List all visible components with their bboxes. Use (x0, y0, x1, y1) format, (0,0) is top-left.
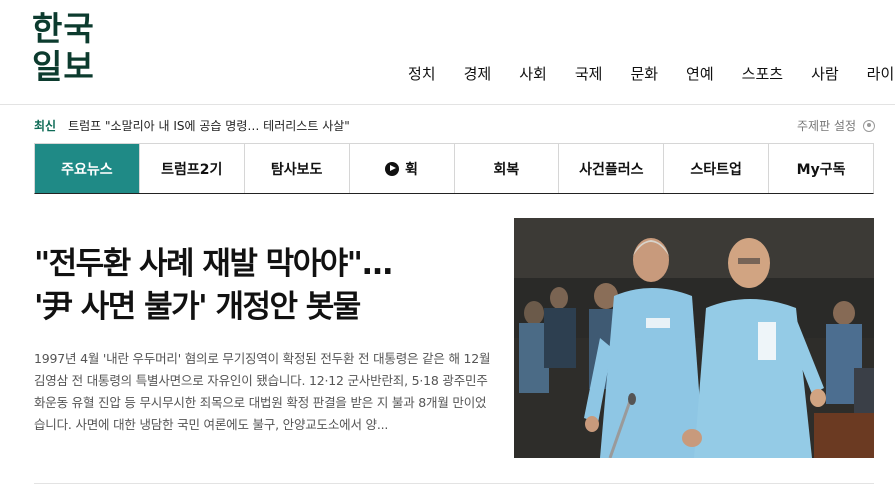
site-logo[interactable]: 한국 일보 (32, 10, 102, 86)
gear-icon (863, 119, 875, 132)
main-nav: 정치 경제 사회 국제 문화 연예 스포츠 사람 라이 (408, 63, 895, 84)
tab-label: 회복 (493, 161, 520, 178)
nav-item-entertainment[interactable]: 연예 (686, 63, 714, 84)
lead-article-headline[interactable]: "전두환 사례 재발 막아야"... '尹 사면 불가' 개정안 봇물 (34, 243, 504, 329)
nav-item-society[interactable]: 사회 (519, 63, 547, 84)
latest-news-ticker: 최신 트럼프 "소말리아 내 IS에 공습 명령… 테러리스트 사살" (34, 117, 350, 134)
nav-item-politics[interactable]: 정치 (408, 63, 436, 84)
edition-settings[interactable]: 주제판 설정 (797, 117, 875, 134)
tab-label: 탐사보도 (270, 161, 323, 178)
tab-label: My구독 (796, 161, 846, 178)
header-divider (0, 104, 895, 105)
nav-item-international[interactable]: 국제 (575, 63, 603, 84)
tab-trump-term-2[interactable]: 트럼프2기 (140, 144, 245, 193)
tab-label: 스타트업 (690, 161, 742, 178)
tab-my-subscription[interactable]: My구독 (769, 144, 873, 193)
tab-label: 휙 (405, 161, 418, 178)
tab-investigative[interactable]: 탐사보도 (245, 144, 350, 193)
logo-line-2: 일보 (32, 47, 95, 86)
nav-item-economy[interactable]: 경제 (464, 63, 492, 84)
tab-label: 트럼프2기 (161, 161, 223, 178)
nav-item-culture[interactable]: 문화 (630, 63, 658, 84)
ticker-headline-link[interactable]: 트럼프 "소말리아 내 IS에 공습 명령… 테러리스트 사살" (68, 117, 350, 134)
play-icon (385, 161, 400, 176)
lead-article-summary[interactable]: 1997년 4월 '내란 우두머리' 혐의로 무기징역이 확정된 전두환 전 대… (34, 348, 492, 436)
tab-top-news[interactable]: 주요뉴스 (35, 144, 140, 193)
section-tabs: 주요뉴스 트럼프2기 탐사보도 휙 회복 사건플러스 스타트업 My구독 (34, 143, 874, 194)
tab-startup[interactable]: 스타트업 (664, 144, 770, 193)
nav-item-lifestyle[interactable]: 라이 (867, 63, 895, 84)
logo-line-1: 한국 (32, 9, 95, 48)
headline-line-1: "전두환 사례 재발 막아야"... (34, 246, 394, 282)
headline-line-2: '尹 사면 불가' 개정안 봇물 (34, 289, 361, 325)
nav-item-people[interactable]: 사람 (811, 63, 839, 84)
tab-recovery[interactable]: 회복 (455, 144, 560, 193)
tab-hwik-video[interactable]: 휙 (350, 144, 455, 193)
nav-item-sports[interactable]: 스포츠 (742, 63, 783, 84)
tab-label: 사건플러스 (579, 161, 644, 178)
lead-article-photo[interactable] (514, 218, 874, 458)
tab-label: 주요뉴스 (61, 161, 113, 178)
ticker-label: 최신 (34, 119, 57, 133)
edition-settings-label: 주제판 설정 (796, 119, 856, 133)
content-divider (34, 483, 874, 484)
tab-incident-plus[interactable]: 사건플러스 (559, 144, 665, 193)
